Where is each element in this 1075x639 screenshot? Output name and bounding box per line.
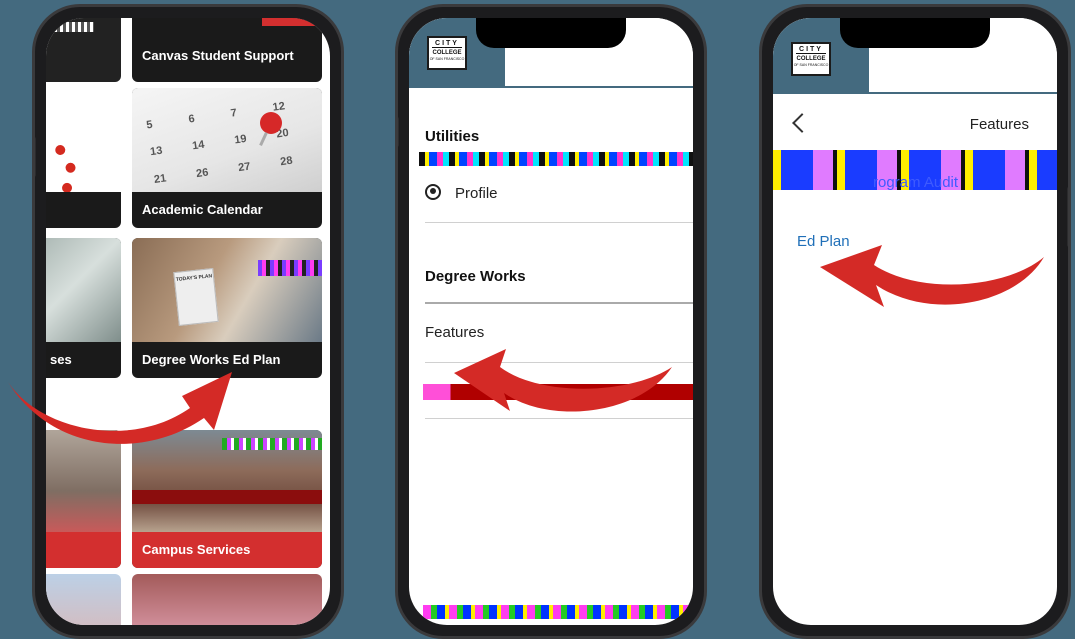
notepad-image: TODAY'S PLAN xyxy=(173,268,219,326)
menu-screen: CITY COLLEGE OF SAN FRANCISCO Utilities … xyxy=(409,18,693,625)
red-corner xyxy=(262,18,322,26)
glass-image xyxy=(46,238,121,342)
calendar-date: 6 xyxy=(187,112,196,126)
ccsf-logo[interactable]: CITY COLLEGE OF SAN FRANCISCO xyxy=(427,36,467,70)
logo-text-city: CITY xyxy=(796,46,826,54)
calendar-date: 21 xyxy=(153,172,168,186)
back-chevron-icon[interactable] xyxy=(792,113,812,133)
glitch-strip xyxy=(54,22,94,32)
phone-notch xyxy=(476,18,626,48)
glitch-strip xyxy=(423,605,693,619)
section-title-degree-works: Degree Works xyxy=(425,268,526,285)
logo-text-college: COLLEGE xyxy=(432,50,462,56)
header-underline xyxy=(869,92,1057,94)
calendar-date: 26 xyxy=(195,166,210,180)
calendar-image: 5 6 7 12 13 14 19 20 21 26 27 28 xyxy=(132,88,322,192)
push-pin-icon xyxy=(260,112,282,134)
menu-item-profile[interactable]: Profile xyxy=(425,184,498,202)
red-arrow-right-icon xyxy=(8,372,232,444)
tile-canvas-student-support[interactable]: Canvas Student Support xyxy=(132,18,322,82)
notepad-text: TODAY'S PLAN xyxy=(175,273,213,283)
profile-icon xyxy=(425,184,441,200)
menu-item-features[interactable]: Features xyxy=(425,324,484,341)
red-arrow-left-icon xyxy=(820,245,1044,307)
phone-mockup-left: Canvas Student Support 5 6 7 12 13 14 19… xyxy=(32,4,344,639)
planning-photo: TODAY'S PLAN xyxy=(132,238,322,342)
calendar-date: 28 xyxy=(279,154,294,168)
calendar-date: 20 xyxy=(275,127,290,141)
tile-partial-bottom-right[interactable] xyxy=(132,574,322,625)
header-underline xyxy=(505,86,693,88)
glitch-strip xyxy=(258,260,322,276)
tile-label: Campus Services xyxy=(132,532,322,568)
tile-label: Canvas Student Support xyxy=(142,48,294,63)
calendar-date: 13 xyxy=(149,144,164,159)
phone-volume-button xyxy=(398,117,399,147)
phone-power-button xyxy=(1067,187,1068,247)
red-arrow-left-icon xyxy=(454,349,672,412)
ccsf-logo[interactable]: CITY COLLEGE OF SAN FRANCISCO xyxy=(791,42,831,76)
calendar-date: 14 xyxy=(191,139,206,153)
page-title: Features xyxy=(969,116,1029,133)
divider xyxy=(425,302,693,304)
tile-partial-bottom-left[interactable] xyxy=(46,574,121,625)
section-title-utilities: Utilities xyxy=(425,128,480,145)
logo-text-sf: OF SAN FRANCISCO xyxy=(429,57,465,61)
phone-mockup-middle: CITY COLLEGE OF SAN FRANCISCO Utilities … xyxy=(395,4,707,639)
logo-text-sf: OF SAN FRANCISCO xyxy=(793,63,829,67)
divider xyxy=(425,222,693,223)
tile-canvas-logo[interactable] xyxy=(46,88,121,228)
phone-volume-button xyxy=(35,137,36,177)
calendar-date: 27 xyxy=(237,160,252,174)
menu-item-label: Profile xyxy=(455,185,498,202)
glitch-strip xyxy=(419,152,693,166)
tile-academic-calendar[interactable]: 5 6 7 12 13 14 19 20 21 26 27 28 Academi… xyxy=(132,88,322,228)
tile-label: Academic Calendar xyxy=(142,202,263,217)
phone-notch xyxy=(840,18,990,48)
logo-text-city: CITY xyxy=(432,40,462,48)
glitch-strip xyxy=(132,490,322,504)
logo-text-college: COLLEGE xyxy=(796,56,826,62)
calendar-date: 5 xyxy=(145,118,154,132)
tile-partial-top-left[interactable] xyxy=(46,18,121,82)
app-home-screen: Canvas Student Support 5 6 7 12 13 14 19… xyxy=(46,18,330,625)
link-program-audit[interactable]: rogram Audit xyxy=(873,174,958,191)
